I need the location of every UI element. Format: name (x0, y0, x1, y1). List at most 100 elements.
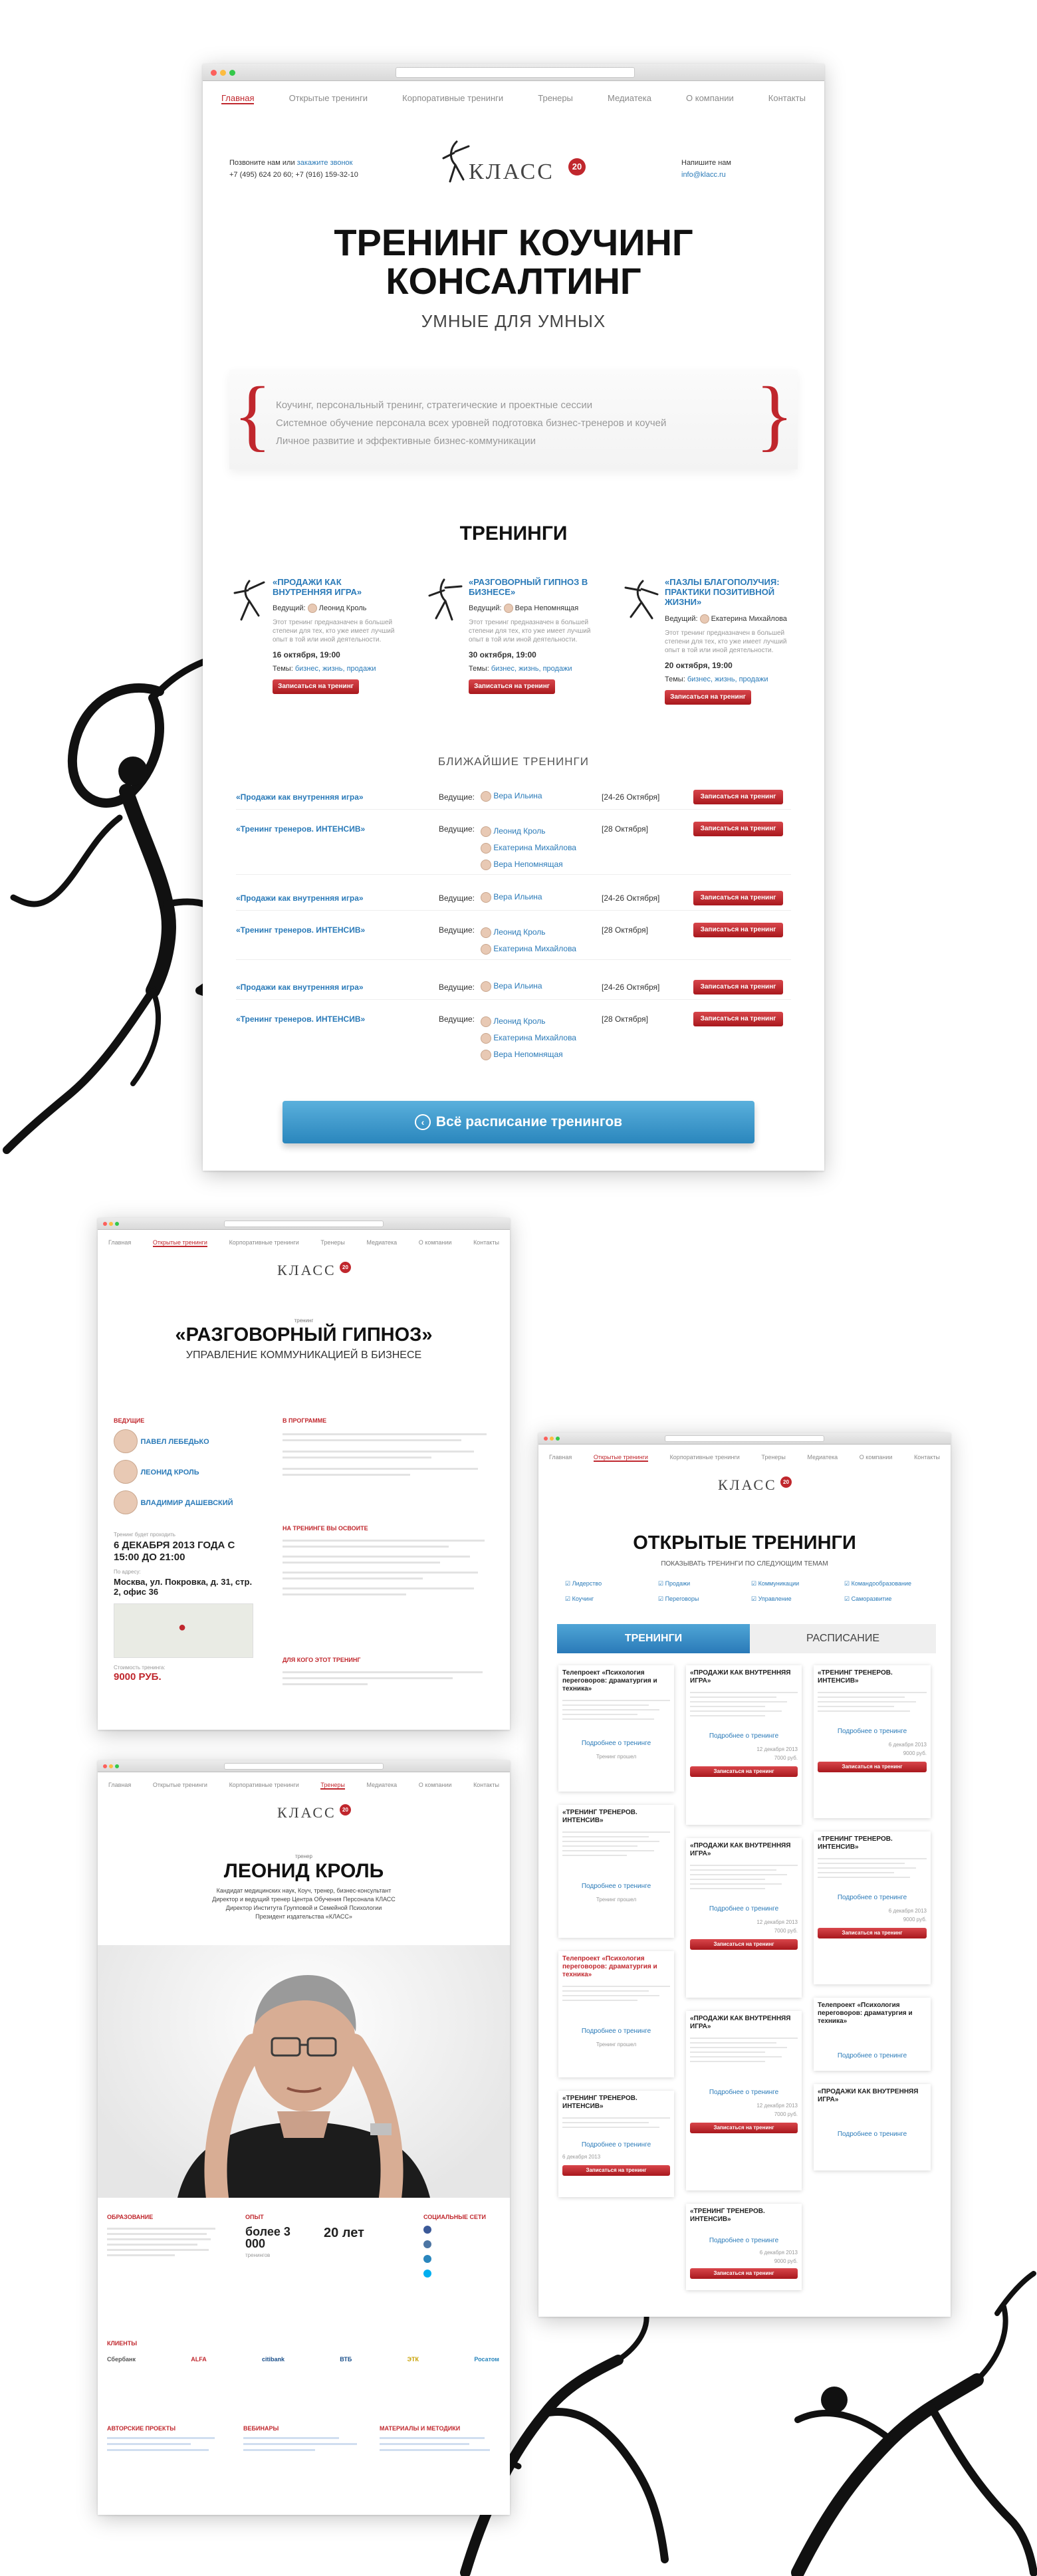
minimize-dot-icon[interactable] (109, 1764, 113, 1768)
card-title[interactable]: «ПАЗЛЫ БЛАГОПОЛУЧИЯ: ПРАКТИКИ ПОЗИТИВНОЙ… (665, 577, 798, 607)
nav-media[interactable]: Медиатека (367, 1782, 398, 1790)
nearest-enroll-button[interactable]: Записаться на тренинг (693, 980, 783, 995)
tile-title[interactable]: «ПРОДАЖИ КАК ВНУТРЕННЯЯ ИГРА» (818, 2088, 927, 2104)
tile-title[interactable]: «ТРЕНИНГ ТРЕНЕРОВ. ИНТЕНСИВ» (562, 2095, 670, 2111)
facebook-icon[interactable] (423, 2226, 431, 2234)
nav-trainers[interactable]: Тренеры (538, 93, 573, 104)
tile-enroll-button[interactable]: Записаться на тренинг (818, 1928, 927, 1938)
tile-more-link[interactable]: Подробнее о тренинге (562, 2028, 670, 2035)
tile-more-link[interactable]: Подробнее о тренинге (690, 2237, 798, 2244)
zoom-dot-icon[interactable] (229, 70, 235, 76)
nav-open-trainings[interactable]: Открытые тренинги (593, 1454, 648, 1462)
nav-media[interactable]: Медиатека (608, 93, 651, 104)
nav-contacts[interactable]: Контакты (768, 93, 806, 104)
nav-corporate[interactable]: Корпоративные тренинги (229, 1782, 299, 1790)
vk-icon[interactable] (423, 2240, 431, 2248)
tab-schedule[interactable]: РАСПИСАНИЕ (750, 1624, 936, 1653)
nav-corporate[interactable]: Корпоративные тренинги (670, 1454, 740, 1462)
nearest-name[interactable]: «Продажи как внутренняя игра» (236, 893, 364, 903)
tile-more-link[interactable]: Подробнее о тренинге (690, 2089, 798, 2096)
email-link[interactable]: info@klacc.ru (681, 171, 726, 179)
skype-icon[interactable] (423, 2270, 431, 2278)
nearest-name[interactable]: «Продажи как внутренняя игра» (236, 983, 364, 992)
address-bar[interactable] (224, 1221, 384, 1227)
tile-enroll-button[interactable]: Записаться на тренинг (690, 1939, 798, 1950)
enroll-button[interactable]: Записаться на тренинг (469, 679, 555, 694)
minimize-dot-icon[interactable] (220, 70, 226, 76)
logo[interactable]: КЛАСС 20 (429, 137, 602, 197)
nearest-name[interactable]: «Продажи как внутренняя игра» (236, 792, 364, 802)
nearest-enroll-button[interactable]: Записаться на тренинг (693, 822, 783, 836)
nav-home[interactable]: Главная (221, 93, 255, 104)
zoom-dot-icon[interactable] (115, 1222, 119, 1226)
tile-title[interactable]: «ТРЕНИНГ ТРЕНЕРОВ. ИНТЕНСИВ» (818, 1669, 927, 1685)
nav-trainers[interactable]: Тренеры (761, 1454, 785, 1462)
address-bar[interactable] (665, 1435, 824, 1442)
nav-about[interactable]: О компании (419, 1782, 452, 1790)
minimize-dot-icon[interactable] (550, 1437, 554, 1441)
nav-open-trainings[interactable]: Открытые тренинги (152, 1239, 207, 1247)
topics[interactable]: бизнес, жизнь, продажи (491, 665, 572, 673)
tile-title[interactable]: «ПРОДАЖИ КАК ВНУТРЕННЯЯ ИГРА» (690, 2015, 798, 2031)
enroll-button[interactable]: Записаться на тренинг (273, 679, 359, 694)
tile-more-link[interactable]: Подробнее о тренинге (818, 1894, 927, 1901)
address-bar[interactable] (396, 67, 635, 78)
filter-checkbox[interactable]: ☑ Коучинг (565, 1595, 658, 1603)
tile-more-link[interactable]: Подробнее о тренинге (562, 2141, 670, 2149)
logo[interactable]: КЛАСС 20 (698, 1467, 798, 1500)
nav-media[interactable]: Медиатека (808, 1454, 838, 1462)
close-dot-icon[interactable] (103, 1222, 107, 1226)
tile-enroll-button[interactable]: Записаться на тренинг (690, 1766, 798, 1777)
address-bar[interactable] (224, 1763, 384, 1770)
map[interactable]: ● (114, 1603, 253, 1658)
tile-more-link[interactable]: Подробнее о тренинге (562, 1740, 670, 1747)
host-name[interactable]: Екатерина Михайлова (711, 615, 787, 623)
enroll-button[interactable]: Записаться на тренинг (665, 690, 751, 705)
schedule-button[interactable]: ‹ Всё расписание тренингов (283, 1101, 754, 1143)
zoom-dot-icon[interactable] (115, 1764, 119, 1768)
tile-enroll-button[interactable]: Записаться на тренинг (818, 1762, 927, 1772)
nav-about[interactable]: О компании (419, 1239, 452, 1247)
tab-trainings[interactable]: ТРЕНИНГИ (557, 1624, 750, 1653)
nav-home[interactable]: Главная (549, 1454, 572, 1462)
tile-title[interactable]: Телепроект «Психология переговоров: драм… (562, 1669, 670, 1693)
host-name[interactable]: Леонид Кроль (319, 604, 367, 612)
nearest-hosts[interactable]: Леонид Кроль Екатерина Михайлова Вера Не… (481, 1013, 576, 1063)
nav-trainers[interactable]: Тренеры (320, 1782, 345, 1790)
nav-contacts[interactable]: Контакты (473, 1782, 499, 1790)
logo[interactable]: КЛАСС 20 (257, 1795, 357, 1828)
tile-more-link[interactable]: Подробнее о тренинге (690, 1732, 798, 1740)
close-dot-icon[interactable] (103, 1764, 107, 1768)
nearest-host[interactable]: Вера Ильина (481, 791, 542, 802)
filter-checkbox[interactable]: ☑ Переговоры (658, 1595, 751, 1603)
nav-media[interactable]: Медиатека (367, 1239, 398, 1247)
nearest-enroll-button[interactable]: Записаться на тренинг (693, 790, 783, 804)
tile-enroll-button[interactable]: Записаться на тренинг (690, 2123, 798, 2133)
nav-home[interactable]: Главная (108, 1239, 131, 1247)
tile-title[interactable]: «ТРЕНИНГ ТРЕНЕРОВ. ИНТЕНСИВ» (818, 1835, 927, 1851)
tile-more-link[interactable]: Подробнее о тренинге (690, 1905, 798, 1913)
filter-checkbox[interactable]: ☑ Саморазвитие (844, 1595, 937, 1603)
nearest-host[interactable]: Вера Ильина (481, 892, 542, 903)
livejournal-icon[interactable] (423, 2255, 431, 2263)
nav-open-trainings[interactable]: Открытые тренинги (289, 93, 368, 104)
tile-more-link[interactable]: Подробнее о тренинге (562, 1883, 670, 1890)
nearest-hosts[interactable]: Леонид Кроль Екатерина Михайлова (481, 924, 576, 957)
nav-about[interactable]: О компании (860, 1454, 893, 1462)
order-call-link[interactable]: закажите звонок (297, 159, 353, 167)
filter-checkbox[interactable]: ☑ Управление (751, 1595, 844, 1603)
tile-title[interactable]: «ТРЕНИНГ ТРЕНЕРОВ. ИНТЕНСИВ» (690, 2208, 798, 2224)
nav-corporate[interactable]: Корпоративные тренинги (402, 93, 503, 104)
filter-checkbox[interactable]: ☑ Командообразование (844, 1580, 937, 1587)
card-title[interactable]: «ПРОДАЖИ КАК ВНУТРЕННЯЯ ИГРА» (273, 577, 399, 597)
host-item[interactable]: ЛЕОНИД КРОЛЬ (114, 1460, 267, 1490)
minimize-dot-icon[interactable] (109, 1222, 113, 1226)
close-dot-icon[interactable] (544, 1437, 548, 1441)
nav-home[interactable]: Главная (108, 1782, 131, 1790)
tile-enroll-button[interactable]: Записаться на тренинг (562, 2165, 670, 2176)
topics[interactable]: бизнес, жизнь, продажи (687, 675, 768, 683)
tile-more-link[interactable]: Подробнее о тренинге (818, 1728, 927, 1735)
host-item[interactable]: ВЛАДИМИР ДАШЕВСКИЙ (114, 1490, 267, 1521)
tile-more-link[interactable]: Подробнее о тренинге (818, 2131, 927, 2138)
nearest-enroll-button[interactable]: Записаться на тренинг (693, 923, 783, 937)
